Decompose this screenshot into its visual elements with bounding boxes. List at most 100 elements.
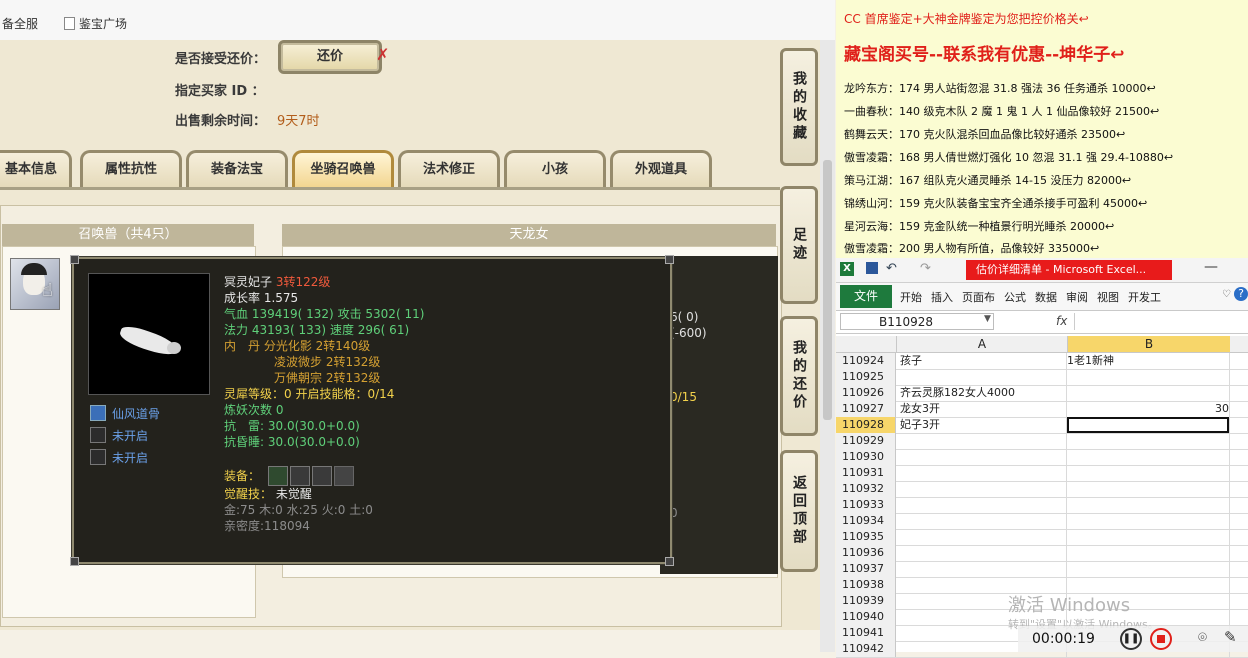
- row-number[interactable]: 110928: [836, 417, 896, 433]
- buyer-id-label: 指定买家 ID ：: [175, 84, 265, 99]
- bookmark-item[interactable]: 备全服: [2, 15, 38, 32]
- tab-basic-info[interactable]: 基本信息: [0, 150, 72, 189]
- tab-equipment[interactable]: 装备法宝: [186, 150, 288, 189]
- tab-spell-mods[interactable]: 法术修正: [398, 150, 500, 189]
- inner-core-1: 分光化影 2转140级: [263, 339, 371, 353]
- minimize-icon[interactable]: —: [1204, 259, 1218, 275]
- redo-icon[interactable]: ↷: [920, 261, 931, 276]
- sheet-row: 110934: [836, 513, 1248, 530]
- row-number[interactable]: 110941: [836, 625, 896, 641]
- pet-speed: 296( 61): [357, 323, 410, 337]
- ribbon-tab[interactable]: 视图: [1097, 291, 1119, 304]
- camera-icon[interactable]: ⌾: [1198, 628, 1207, 646]
- equip-slot-4-icon[interactable]: [334, 466, 354, 486]
- skill-icon[interactable]: [90, 405, 106, 421]
- row-number[interactable]: 110939: [836, 593, 896, 609]
- tab-mounts-pets[interactable]: 坐骑召唤兽: [292, 150, 394, 189]
- sheet-row: 110926 齐云灵豚182女人4000: [836, 385, 1248, 402]
- sheet-row: 110936: [836, 545, 1248, 562]
- cell-a[interactable]: 齐云灵豚182女人4000: [900, 385, 1066, 401]
- formula-input[interactable]: [1074, 313, 1247, 330]
- stop-icon[interactable]: [1150, 628, 1172, 650]
- row-number[interactable]: 110927: [836, 401, 896, 417]
- row-number[interactable]: 110935: [836, 529, 896, 545]
- equip-slot-3-icon[interactable]: [312, 466, 332, 486]
- pet-mp: 43193( 133): [251, 323, 327, 337]
- sheet-row: 110933: [836, 497, 1248, 514]
- window-title: 估价详细清单 - Microsoft Excel...: [966, 260, 1172, 280]
- cell-a[interactable]: 妃子3开: [900, 417, 1066, 433]
- accept-offer-label: 是否接受还价：: [175, 52, 267, 67]
- ribbon-tab[interactable]: 页面布: [962, 291, 995, 304]
- row-number[interactable]: 110942: [836, 641, 896, 657]
- detail-value: 0/15: [670, 390, 697, 404]
- ribbon-tabs: 文件 开始 插入 页面布 公式 数据 审阅 视图 开发工 ♡ ?: [836, 283, 1248, 311]
- ribbon-tab[interactable]: 开始: [900, 291, 922, 304]
- fx-icon[interactable]: fx: [1056, 314, 1067, 328]
- back-to-top-button[interactable]: 返回顶部: [780, 450, 818, 572]
- row-number[interactable]: 110929: [836, 433, 896, 449]
- inner-core-2: 凌波微步 2转132级: [274, 355, 381, 369]
- cell-b[interactable]: 30: [1067, 401, 1229, 417]
- row-number[interactable]: 110931: [836, 465, 896, 481]
- excel-titlebar: X ↶ ↷ 估价详细清单 - Microsoft Excel... —: [836, 258, 1248, 283]
- ribbon-tab[interactable]: 插入: [931, 291, 953, 304]
- notes-line: 傲雪凌霜：168 男人倩世燃灯强化 10 忽混 31.1 强 29.4-1088…: [844, 151, 1174, 164]
- file-tab[interactable]: 文件: [840, 285, 892, 308]
- pet-intimacy: 亲密度:118094: [224, 519, 310, 533]
- pen-icon[interactable]: ✎: [1224, 628, 1237, 646]
- sheet-row: 110928 妃子3开: [836, 417, 1248, 434]
- cell-b[interactable]: 1老1新神: [1067, 353, 1229, 369]
- pet-tooltip: 冥灵妃子 3转122级 成长率 1.575 气血 139419( 132) 攻击…: [70, 255, 674, 566]
- skill-name: 未开启: [112, 429, 149, 443]
- undo-icon[interactable]: ↶: [886, 261, 897, 276]
- equip-slot-2-icon[interactable]: [290, 466, 310, 486]
- activation-watermark-title: 激活 Windows: [1008, 595, 1131, 616]
- page-scrollbar[interactable]: [820, 40, 835, 652]
- name-box[interactable]: B110928: [840, 313, 994, 330]
- bookmark-item[interactable]: 鉴宝广场: [64, 15, 127, 32]
- ribbon-tab[interactable]: 数据: [1035, 291, 1057, 304]
- column-header-b[interactable]: B: [1067, 336, 1230, 352]
- row-number[interactable]: 110934: [836, 513, 896, 529]
- notes-line: 星河云海：159 克金队统一种植景行明光睡杀 20000↩: [844, 220, 1115, 233]
- row-number[interactable]: 110924: [836, 353, 896, 369]
- resist-thunder: 抗 雷: 30.0(30.0+0.0): [224, 419, 360, 433]
- row-number[interactable]: 110932: [836, 481, 896, 497]
- tab-children[interactable]: 小孩: [504, 150, 606, 189]
- row-number[interactable]: 110930: [836, 449, 896, 465]
- cell-b[interactable]: [1067, 417, 1229, 433]
- tab-attributes[interactable]: 属性抗性: [80, 150, 182, 189]
- ribbon-tab[interactable]: 审阅: [1066, 291, 1088, 304]
- locked-skill-icon: [90, 449, 106, 465]
- cell-a[interactable]: 龙女3开: [900, 401, 1066, 417]
- row-number[interactable]: 110933: [836, 497, 896, 513]
- counter-offer-button[interactable]: 还价: [278, 40, 382, 74]
- spirit-level: 灵犀等级：0 开启技能格：0/14: [224, 387, 395, 401]
- ribbon-tab[interactable]: 开发工: [1128, 291, 1161, 304]
- cell-a[interactable]: 孩子: [900, 353, 1066, 369]
- tab-underline: [0, 187, 780, 190]
- right-panel-title: 天龙女: [282, 224, 776, 246]
- column-header-a[interactable]: A: [896, 336, 1067, 352]
- footprints-button[interactable]: 足迹: [780, 186, 818, 304]
- dropdown-icon[interactable]: ▼: [984, 314, 991, 324]
- tab-appearance[interactable]: 外观道具: [610, 150, 712, 189]
- row-number[interactable]: 110938: [836, 577, 896, 593]
- my-offers-button[interactable]: 我的还价: [780, 316, 818, 436]
- pet-growth: 成长率 1.575: [224, 291, 299, 305]
- row-number[interactable]: 110925: [836, 369, 896, 385]
- formula-bar: B110928 ▼ fx: [836, 311, 1248, 334]
- row-number[interactable]: 110936: [836, 545, 896, 561]
- equip-slot-1-icon[interactable]: [268, 466, 288, 486]
- ribbon-collapse-icon[interactable]: ♡: [1222, 289, 1231, 300]
- pause-icon[interactable]: ❚❚: [1120, 628, 1142, 650]
- time-left-value: 9天7时: [277, 114, 320, 129]
- my-favorites-button[interactable]: 我的收藏: [780, 48, 818, 166]
- row-number[interactable]: 110937: [836, 561, 896, 577]
- save-icon[interactable]: [866, 262, 878, 274]
- help-icon[interactable]: ?: [1234, 287, 1248, 301]
- row-number[interactable]: 110940: [836, 609, 896, 625]
- row-number[interactable]: 110926: [836, 385, 896, 401]
- ribbon-tab[interactable]: 公式: [1004, 291, 1026, 304]
